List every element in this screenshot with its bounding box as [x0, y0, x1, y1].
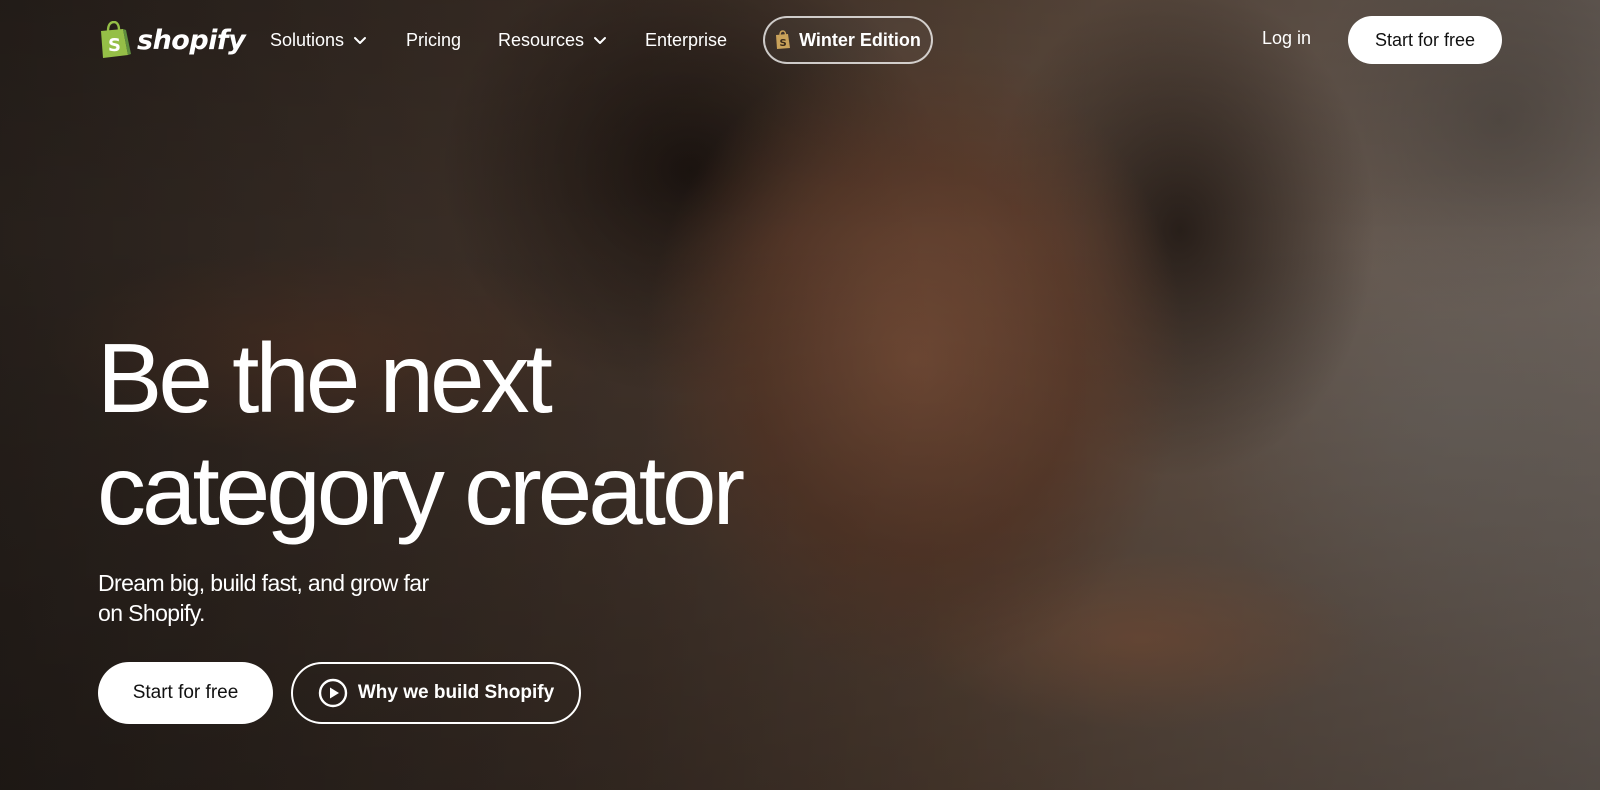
logo-wordmark: shopify — [137, 24, 246, 56]
play-icon — [318, 678, 348, 708]
nav-enterprise-label: Enterprise — [645, 29, 728, 50]
chevron-down-icon — [594, 37, 607, 44]
why-we-build-button[interactable]: Why we build Shopify — [291, 662, 581, 724]
chevron-down-icon — [354, 37, 367, 44]
nav-resources[interactable]: Resources — [498, 28, 608, 52]
start-free-nav-button[interactable]: Start for free — [1348, 16, 1502, 64]
top-navigation: S shopify Solutions Pricing Resources En… — [0, 0, 1600, 80]
winter-edition-label: Winter Edition — [799, 29, 921, 50]
nav-solutions-label: Solutions — [270, 29, 345, 50]
headline-line-2: category creator — [97, 435, 745, 545]
nav-resources-label: Resources — [498, 29, 585, 50]
hero-headline: Be the next category creator — [97, 322, 745, 546]
shopify-bag-icon: S — [776, 30, 791, 49]
nav-pricing[interactable]: Pricing — [406, 28, 461, 52]
nav-pricing-label: Pricing — [406, 29, 462, 50]
svg-text:S: S — [780, 38, 787, 49]
shopify-logo[interactable]: S shopify — [97, 20, 246, 60]
hero-subheadline: Dream big, build fast, and grow far on S… — [98, 570, 429, 626]
login-link[interactable]: Log in — [1262, 28, 1311, 49]
winter-edition-pill[interactable]: S Winter Edition — [763, 16, 933, 64]
shopping-bag-icon: S — [101, 21, 131, 58]
svg-text:S: S — [108, 35, 121, 56]
nav-enterprise[interactable]: Enterprise — [645, 28, 727, 52]
nav-solutions[interactable]: Solutions — [270, 28, 368, 52]
why-we-build-label: Why we build Shopify — [357, 682, 555, 703]
start-free-hero-button[interactable]: Start for free — [98, 662, 273, 724]
headline-line-1: Be the next — [97, 323, 553, 433]
